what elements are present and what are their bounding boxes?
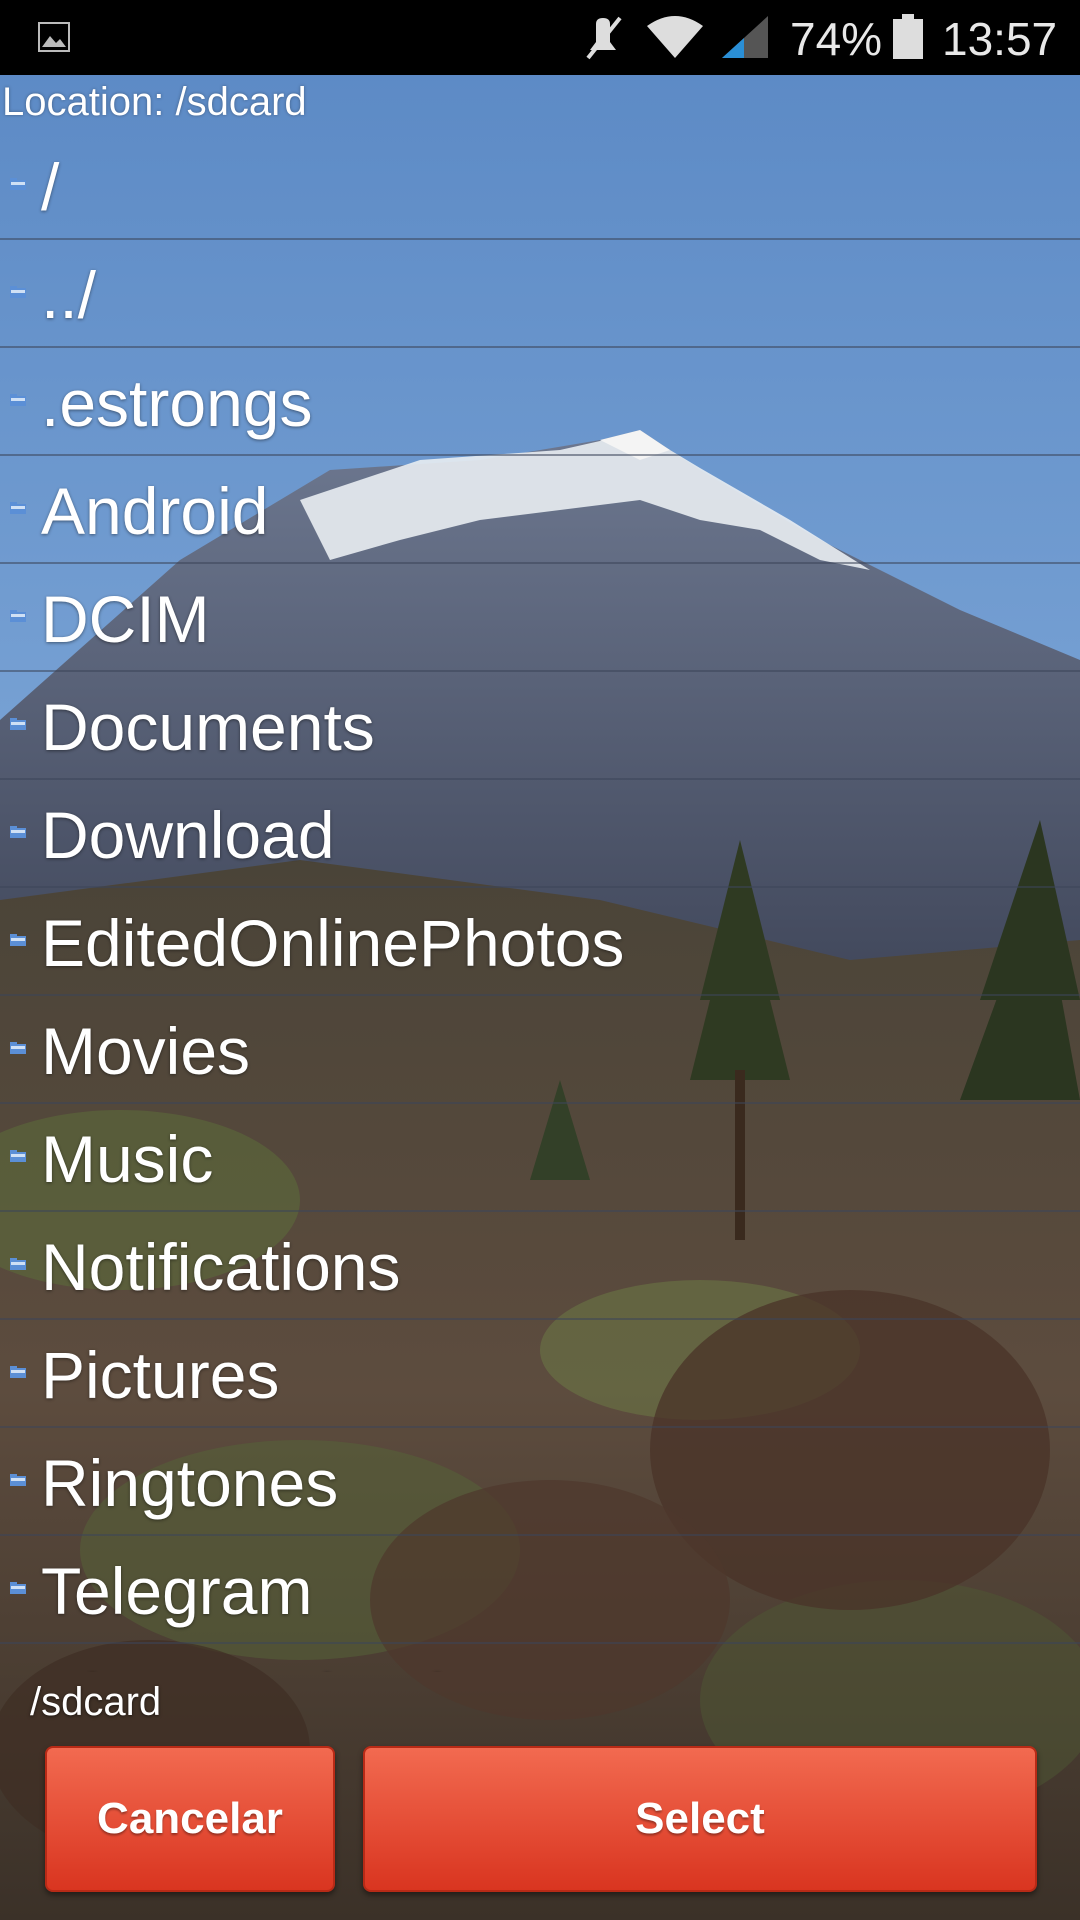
folder-icon: [10, 826, 26, 838]
folder-icon: [10, 934, 26, 946]
folder-label: .estrongs: [41, 366, 313, 440]
folder-label: Telegram: [41, 1554, 313, 1628]
folder-row[interactable]: Pictures: [0, 1320, 1080, 1428]
folder-label: Music: [41, 1122, 214, 1196]
folder-row[interactable]: Download: [0, 780, 1080, 888]
folder-row[interactable]: Telegram: [0, 1536, 1080, 1644]
folder-label: Vlc Download: [41, 1662, 445, 1672]
mute-icon: [586, 16, 622, 60]
folder-icon: [10, 1366, 26, 1378]
folder-row[interactable]: Vlc Download: [0, 1644, 1080, 1672]
current-path: /sdcard: [30, 1680, 162, 1724]
folder-row[interactable]: /: [0, 132, 1080, 240]
folder-icon: [10, 610, 26, 622]
folder-icon: [10, 1474, 26, 1486]
folder-list[interactable]: / ../ .estrongs Android DCIM Documents Downloa…: [0, 132, 1080, 1672]
folder-row[interactable]: Ringtones: [0, 1428, 1080, 1536]
clock: 13:57: [942, 13, 1058, 65]
folder-row[interactable]: Movies: [0, 996, 1080, 1104]
folder-row[interactable]: EditedOnlinePhotos: [0, 888, 1080, 996]
folder-label: Ringtones: [41, 1446, 339, 1520]
folder-label: Notifications: [41, 1230, 401, 1304]
folder-row[interactable]: Documents: [0, 672, 1080, 780]
battery-icon: [893, 14, 923, 59]
folder-label: ../: [41, 258, 97, 332]
folder-icon: [10, 502, 26, 514]
folder-label: Pictures: [41, 1338, 280, 1412]
folder-label: Download: [41, 798, 335, 872]
folder-label: DCIM: [41, 582, 210, 656]
folder-icon: [10, 286, 26, 298]
folder-icon: [10, 178, 26, 190]
folder-icon: [10, 718, 26, 730]
folder-label: Movies: [41, 1014, 251, 1088]
folder-icon: [10, 1258, 26, 1270]
folder-row[interactable]: DCIM: [0, 564, 1080, 672]
folder-row[interactable]: Music: [0, 1104, 1080, 1212]
folder-icon: [10, 1582, 26, 1594]
image-notification-icon: [38, 22, 70, 52]
wifi-icon: [647, 16, 703, 58]
folder-label: /: [41, 150, 60, 224]
folder-label: Documents: [41, 690, 375, 764]
folder-row[interactable]: .estrongs: [0, 348, 1080, 456]
select-button[interactable]: Select: [363, 1746, 1037, 1892]
folder-label: Android: [41, 474, 269, 548]
folder-icon: [10, 394, 26, 406]
battery-percent: 74%: [790, 13, 883, 65]
cancel-button[interactable]: Cancelar: [45, 1746, 335, 1892]
folder-icon: [10, 1042, 26, 1054]
folder-icon: [10, 1150, 26, 1162]
status-bar: 74% 13:57: [0, 0, 1080, 75]
folder-row[interactable]: ../: [0, 240, 1080, 348]
folder-row[interactable]: Android: [0, 456, 1080, 564]
folder-row[interactable]: Notifications: [0, 1212, 1080, 1320]
signal-icon: [722, 16, 768, 58]
location-header: Location: /sdcard: [2, 80, 307, 124]
folder-label: EditedOnlinePhotos: [41, 906, 625, 980]
